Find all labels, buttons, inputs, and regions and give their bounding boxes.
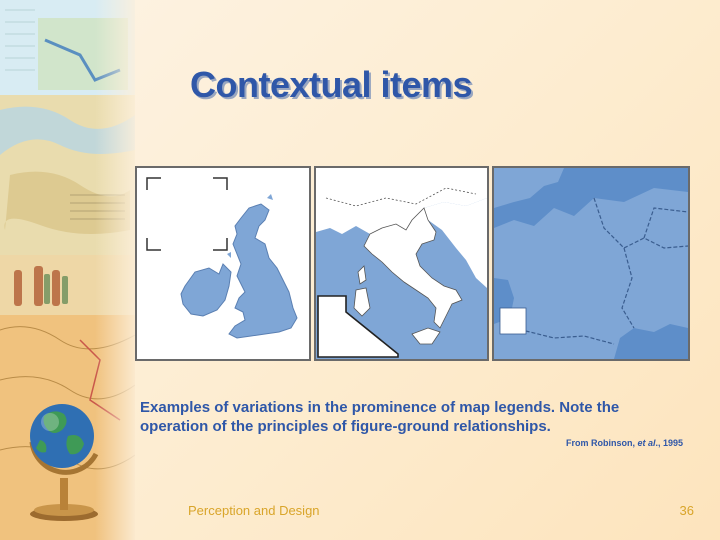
map-panel-british-isles: [135, 166, 311, 361]
slide-title: Contextual items: [190, 64, 473, 105]
credit-italic: et al: [637, 438, 656, 448]
map-panel-italy: [314, 166, 489, 361]
globe-icon: [18, 392, 110, 522]
source-credit: From Robinson, et al., 1995: [566, 438, 683, 448]
legend-square: [499, 307, 527, 335]
map-panel-france: [492, 166, 690, 361]
credit-suffix: ., 1995: [655, 438, 683, 448]
footer-course-title: Perception and Design: [188, 503, 320, 518]
slide-caption: Examples of variations in the prominence…: [140, 399, 620, 435]
credit-prefix: From Robinson,: [565, 438, 638, 448]
page-number: 36: [679, 503, 694, 518]
